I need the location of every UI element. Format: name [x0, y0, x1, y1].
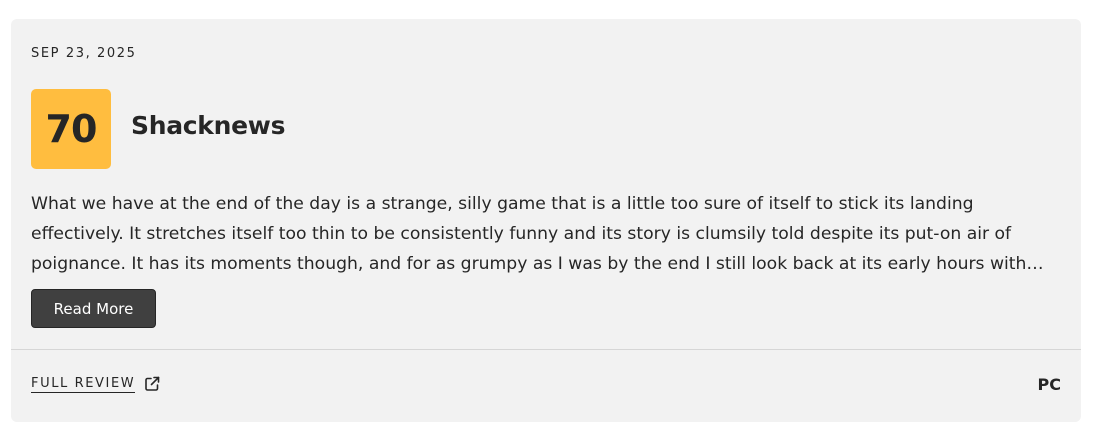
review-quote: What we have at the end of the day is a … — [31, 194, 1044, 274]
platform-label: PC — [1037, 375, 1061, 394]
review-date: SEP 23, 2025 — [31, 46, 137, 61]
read-more-button[interactable]: Read More — [31, 289, 156, 328]
divider — [11, 349, 1081, 350]
external-link-icon[interactable] — [143, 375, 161, 393]
full-review-link[interactable]: FULL REVIEW — [31, 375, 161, 393]
review-card: SEP 23, 2025 70 Shacknews What we have a… — [11, 19, 1081, 422]
score-badge: 70 — [31, 89, 111, 169]
publication-name[interactable]: Shacknews — [131, 111, 285, 140]
score-value: 70 — [45, 107, 98, 151]
full-review-label[interactable]: FULL REVIEW — [31, 376, 136, 393]
